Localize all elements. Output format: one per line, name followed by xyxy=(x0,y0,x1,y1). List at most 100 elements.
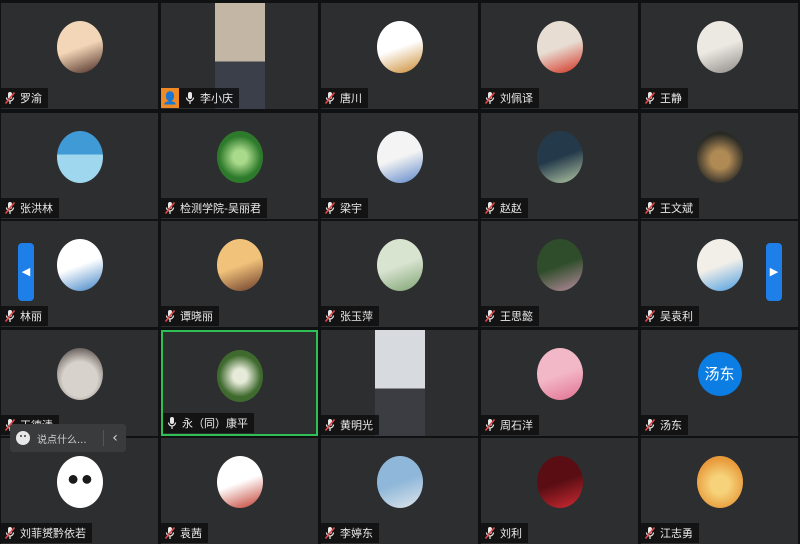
participant-tile[interactable]: 唐川 xyxy=(321,3,478,109)
participant-name: 张洪林 xyxy=(20,202,53,215)
participant-nameplate: 张洪林 xyxy=(1,198,59,218)
participant-avatar xyxy=(696,21,743,73)
participant-avatar xyxy=(376,21,423,73)
participant-name: 赵赵 xyxy=(500,202,522,215)
participant-tile[interactable]: 王德清 xyxy=(1,330,158,436)
mic-muted-icon xyxy=(644,201,660,215)
mic-icon xyxy=(166,416,182,430)
participant-tile[interactable]: 刘菲赟黔依若 xyxy=(1,438,158,544)
mic-muted-icon xyxy=(324,201,340,215)
participant-tile[interactable]: 黄明光 xyxy=(321,330,478,436)
participant-avatar: 汤东 xyxy=(697,352,742,396)
participant-video xyxy=(375,330,425,436)
participant-tile[interactable]: 检测学院-吴丽君 xyxy=(161,113,318,219)
participant-tile[interactable]: 赵赵 xyxy=(481,113,638,219)
participant-avatar xyxy=(56,21,103,73)
mic-muted-icon xyxy=(4,526,20,540)
participant-nameplate: 永（同）康平 xyxy=(163,413,254,433)
mic-muted-icon xyxy=(484,526,500,540)
participant-avatar xyxy=(216,131,263,183)
chat-input-bar[interactable]: 说点什么... ‹ xyxy=(10,424,126,452)
participant-tile[interactable]: 刘佩译 xyxy=(481,3,638,109)
participant-nameplate: 王静 xyxy=(641,88,688,108)
mic-muted-icon xyxy=(644,418,660,432)
participant-avatar xyxy=(216,456,263,508)
page-next-button[interactable]: ▶ xyxy=(766,243,782,301)
participant-tile[interactable]: 张洪林 xyxy=(1,113,158,219)
participant-tile[interactable]: 袁茜 xyxy=(161,438,318,544)
participant-name: 周石洋 xyxy=(500,419,533,432)
chat-placeholder[interactable]: 说点什么... xyxy=(37,431,103,446)
mic-muted-icon xyxy=(324,91,340,105)
participant-name: 汤东 xyxy=(660,419,682,432)
participant-avatar xyxy=(696,239,743,291)
participant-tile[interactable]: 罗渝 xyxy=(1,3,158,109)
participant-tile[interactable]: 刘利 xyxy=(481,438,638,544)
participant-avatar xyxy=(536,239,583,291)
participant-tile[interactable]: 梁宇 xyxy=(321,113,478,219)
participant-avatar xyxy=(56,239,103,291)
participant-nameplate: 刘菲赟黔依若 xyxy=(1,523,92,543)
participant-name: 李小庆 xyxy=(200,92,233,105)
participant-tile[interactable]: 张玉萍 xyxy=(321,221,478,327)
participant-nameplate: 谭晓丽 xyxy=(161,306,219,326)
mic-muted-icon xyxy=(324,526,340,540)
page-prev-button[interactable]: ◀ xyxy=(18,243,34,301)
arrow-left-icon: ◀ xyxy=(21,265,31,278)
participant-name: 谭晓丽 xyxy=(180,310,213,323)
participant-name: 检测学院-吴丽君 xyxy=(180,202,261,215)
emoji-icon[interactable] xyxy=(16,431,30,445)
participant-name: 王静 xyxy=(660,92,682,105)
participant-name: 唐川 xyxy=(340,92,362,105)
participant-nameplate: 检测学院-吴丽君 xyxy=(161,198,267,218)
participant-tile[interactable]: 周石洋 xyxy=(481,330,638,436)
mic-muted-icon xyxy=(484,91,500,105)
mic-muted-icon xyxy=(164,309,180,323)
participant-avatar xyxy=(56,131,103,183)
participant-avatar xyxy=(56,348,103,400)
participant-avatar xyxy=(696,456,743,508)
participant-avatar xyxy=(536,456,583,508)
participant-tile[interactable]: 永（同）康平 xyxy=(161,330,318,436)
chevron-left-icon[interactable]: ‹ xyxy=(103,430,126,446)
participant-name: 罗渝 xyxy=(20,92,42,105)
participant-name: 袁茜 xyxy=(180,527,202,540)
mic-muted-icon xyxy=(4,201,20,215)
participant-avatar xyxy=(536,348,583,400)
participant-tile[interactable]: 👤 李小庆 xyxy=(161,3,318,109)
participant-avatar xyxy=(376,239,423,291)
participant-nameplate: 刘佩译 xyxy=(481,88,539,108)
participant-nameplate: 赵赵 xyxy=(481,198,528,218)
participant-nameplate: 张玉萍 xyxy=(321,306,379,326)
participant-nameplate: 刘利 xyxy=(481,523,528,543)
participant-nameplate: 黄明光 xyxy=(321,415,379,435)
participant-name: 刘利 xyxy=(500,527,522,540)
mic-muted-icon xyxy=(324,418,340,432)
participant-tile[interactable]: 王思懿 xyxy=(481,221,638,327)
participant-name: 永（同）康平 xyxy=(182,417,248,430)
participant-nameplate: 汤东 xyxy=(641,415,688,435)
participant-tile[interactable]: 李婷东 xyxy=(321,438,478,544)
participant-nameplate: 江志勇 xyxy=(641,523,699,543)
participant-tile[interactable]: 王文斌 xyxy=(641,113,798,219)
participant-tile[interactable]: 王静 xyxy=(641,3,798,109)
participant-name: 吴袁利 xyxy=(660,310,693,323)
mic-muted-icon xyxy=(644,91,660,105)
participant-name: 王思懿 xyxy=(500,310,533,323)
mic-muted-icon xyxy=(484,201,500,215)
participant-tile[interactable]: 谭晓丽 xyxy=(161,221,318,327)
participant-nameplate: 吴袁利 xyxy=(641,306,699,326)
participant-nameplate: 周石洋 xyxy=(481,415,539,435)
mic-muted-icon xyxy=(4,91,20,105)
participant-name: 张玉萍 xyxy=(340,310,373,323)
mic-muted-icon xyxy=(164,526,180,540)
participant-avatar xyxy=(536,21,583,73)
participant-nameplate: 梁宇 xyxy=(321,198,368,218)
participant-tile[interactable]: 汤东 汤东 xyxy=(641,330,798,436)
participant-name: 李婷东 xyxy=(340,527,373,540)
participant-nameplate: 👤 李小庆 xyxy=(161,88,239,108)
participant-name: 江志勇 xyxy=(660,527,693,540)
participant-tile[interactable]: 江志勇 xyxy=(641,438,798,544)
participant-name: 王文斌 xyxy=(660,202,693,215)
participant-nameplate: 王思懿 xyxy=(481,306,539,326)
